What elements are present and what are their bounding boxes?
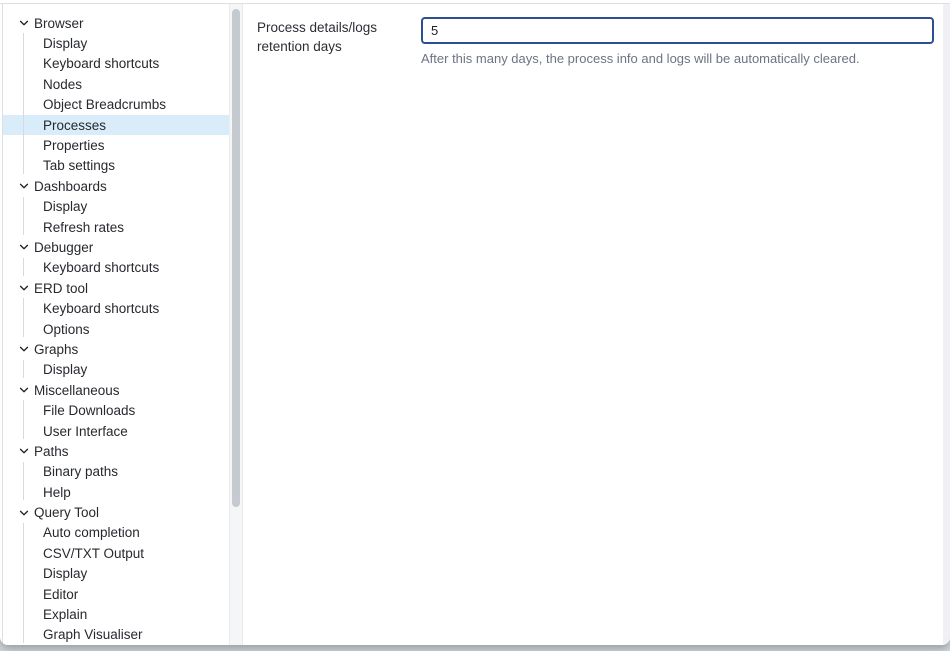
- sidebar-group-children: Display Refresh rates: [3, 197, 242, 238]
- sidebar-group-label: Browser: [34, 16, 84, 31]
- sidebar-group-children: Auto completion CSV/TXT Output Display Edit…: [3, 523, 242, 645]
- sidebar-group-children: Display: [3, 360, 242, 380]
- sidebar-scrollbar-track[interactable]: [229, 4, 242, 645]
- sidebar-item-label: Editor: [43, 587, 78, 602]
- chevron-down-icon[interactable]: [16, 443, 32, 459]
- preferences-tree-panel: Browser Display Keyboard shortcuts Nodes Obj…: [2, 4, 243, 645]
- sidebar-group-label: Debugger: [34, 240, 93, 255]
- sidebar-item-label: Properties: [43, 138, 105, 153]
- sidebar-item-editor[interactable]: Editor: [3, 584, 242, 604]
- sidebar-item-label: Display: [43, 36, 87, 51]
- sidebar-item-label: Keyboard shortcuts: [43, 301, 159, 316]
- sidebar-group-graphs[interactable]: Graphs: [3, 339, 242, 359]
- sidebar-item-label: Processes: [43, 118, 106, 133]
- sidebar-item-explain[interactable]: Explain: [3, 604, 242, 624]
- sidebar-item-binary-paths[interactable]: Binary paths: [3, 462, 242, 482]
- sidebar-item-processes[interactable]: Processes: [3, 115, 242, 135]
- sidebar-item-tab-settings[interactable]: Tab settings: [3, 156, 242, 176]
- sidebar-group-children: Display Keyboard shortcuts Nodes Object Bre…: [3, 33, 242, 176]
- sidebar-item-display[interactable]: Display: [3, 33, 242, 53]
- sidebar-item-label: Object Breadcrumbs: [43, 97, 166, 112]
- sidebar-item-label: Help: [43, 485, 71, 500]
- sidebar-item-auto-completion[interactable]: Auto completion: [3, 523, 242, 543]
- sidebar-group-query-tool[interactable]: Query Tool: [3, 502, 242, 522]
- sidebar-item-label: Nodes: [43, 77, 82, 92]
- chevron-down-icon[interactable]: [16, 341, 32, 357]
- sidebar-item-label: Graph Visualiser: [43, 627, 143, 642]
- retention-days-helper-text: After this many days, the process info a…: [421, 50, 930, 67]
- sidebar-item-keyboard-shortcuts[interactable]: Keyboard shortcuts: [3, 258, 242, 278]
- sidebar-group-children: Keyboard shortcuts Options: [3, 298, 242, 339]
- chevron-down-icon[interactable]: [16, 178, 32, 194]
- sidebar-item-keyboard-shortcuts[interactable]: Keyboard shortcuts: [3, 54, 242, 74]
- sidebar-item-properties[interactable]: Properties: [3, 135, 242, 155]
- retention-days-input[interactable]: [421, 17, 934, 44]
- sidebar-item-label: Display: [43, 362, 87, 377]
- sidebar-group-label: ERD tool: [34, 281, 88, 296]
- sidebar-item-help[interactable]: Help: [3, 482, 242, 502]
- sidebar-item-label: Binary paths: [43, 464, 118, 479]
- preferences-tree: Browser Display Keyboard shortcuts Nodes Obj…: [3, 4, 242, 645]
- sidebar-group-label: Graphs: [34, 342, 78, 357]
- sidebar-item-keyboard-shortcuts[interactable]: Keyboard shortcuts: [3, 298, 242, 318]
- sidebar-item-label: User Interface: [43, 424, 128, 439]
- sidebar-item-label: Display: [43, 566, 87, 581]
- retention-days-label: Process details/logs retention days: [257, 18, 412, 56]
- sidebar-item-csv-txt-output[interactable]: CSV/TXT Output: [3, 543, 242, 563]
- sidebar-item-graph-visualiser[interactable]: Graph Visualiser: [3, 625, 242, 645]
- chevron-down-icon[interactable]: [16, 505, 32, 521]
- sidebar-group-label: Miscellaneous: [34, 383, 120, 398]
- sidebar-group-label: Paths: [34, 444, 69, 459]
- sidebar-item-label: Options: [43, 322, 90, 337]
- sidebar-item-label: Keyboard shortcuts: [43, 260, 159, 275]
- preferences-content-panel: Process details/logs retention days Afte…: [243, 4, 950, 645]
- sidebar-group-children: File Downloads User Interface: [3, 400, 242, 441]
- sidebar-item-label: Refresh rates: [43, 220, 124, 235]
- sidebar-group-label: Query Tool: [34, 505, 99, 520]
- chevron-down-icon[interactable]: [16, 280, 32, 296]
- preferences-dialog: Browser Display Keyboard shortcuts Nodes Obj…: [0, 0, 950, 645]
- sidebar-group-dashboards[interactable]: Dashboards: [3, 176, 242, 196]
- sidebar-item-display[interactable]: Display: [3, 197, 242, 217]
- sidebar-group-children: Binary paths Help: [3, 462, 242, 503]
- sidebar-item-display[interactable]: Display: [3, 564, 242, 584]
- preferences-body: Browser Display Keyboard shortcuts Nodes Obj…: [0, 3, 950, 645]
- sidebar-item-file-downloads[interactable]: File Downloads: [3, 400, 242, 420]
- sidebar-item-label: CSV/TXT Output: [43, 546, 144, 561]
- chevron-down-icon[interactable]: [16, 15, 32, 31]
- sidebar-group-browser[interactable]: Browser: [3, 13, 242, 33]
- chevron-down-icon[interactable]: [16, 382, 32, 398]
- sidebar-group-erd-tool[interactable]: ERD tool: [3, 278, 242, 298]
- sidebar-item-label: Tab settings: [43, 158, 115, 173]
- sidebar-group-paths[interactable]: Paths: [3, 441, 242, 461]
- sidebar-group-debugger[interactable]: Debugger: [3, 237, 242, 257]
- sidebar-item-label: File Downloads: [43, 403, 135, 418]
- sidebar-item-object-breadcrumbs[interactable]: Object Breadcrumbs: [3, 95, 242, 115]
- sidebar-item-display[interactable]: Display: [3, 360, 242, 380]
- sidebar-item-label: Explain: [43, 607, 87, 622]
- content-scroll-gutter: [943, 4, 950, 645]
- sidebar-item-user-interface[interactable]: User Interface: [3, 421, 242, 441]
- sidebar-scrollbar-thumb[interactable]: [232, 9, 240, 507]
- sidebar-group-label: Dashboards: [34, 179, 107, 194]
- sidebar-item-options[interactable]: Options: [3, 319, 242, 339]
- sidebar-item-refresh-rates[interactable]: Refresh rates: [3, 217, 242, 237]
- sidebar-group-children: Keyboard shortcuts: [3, 258, 242, 278]
- sidebar-item-label: Display: [43, 199, 87, 214]
- sidebar-item-nodes[interactable]: Nodes: [3, 74, 242, 94]
- sidebar-item-label: Auto completion: [43, 525, 140, 540]
- chevron-down-icon[interactable]: [16, 239, 32, 255]
- sidebar-item-label: Keyboard shortcuts: [43, 56, 159, 71]
- sidebar-group-miscellaneous[interactable]: Miscellaneous: [3, 380, 242, 400]
